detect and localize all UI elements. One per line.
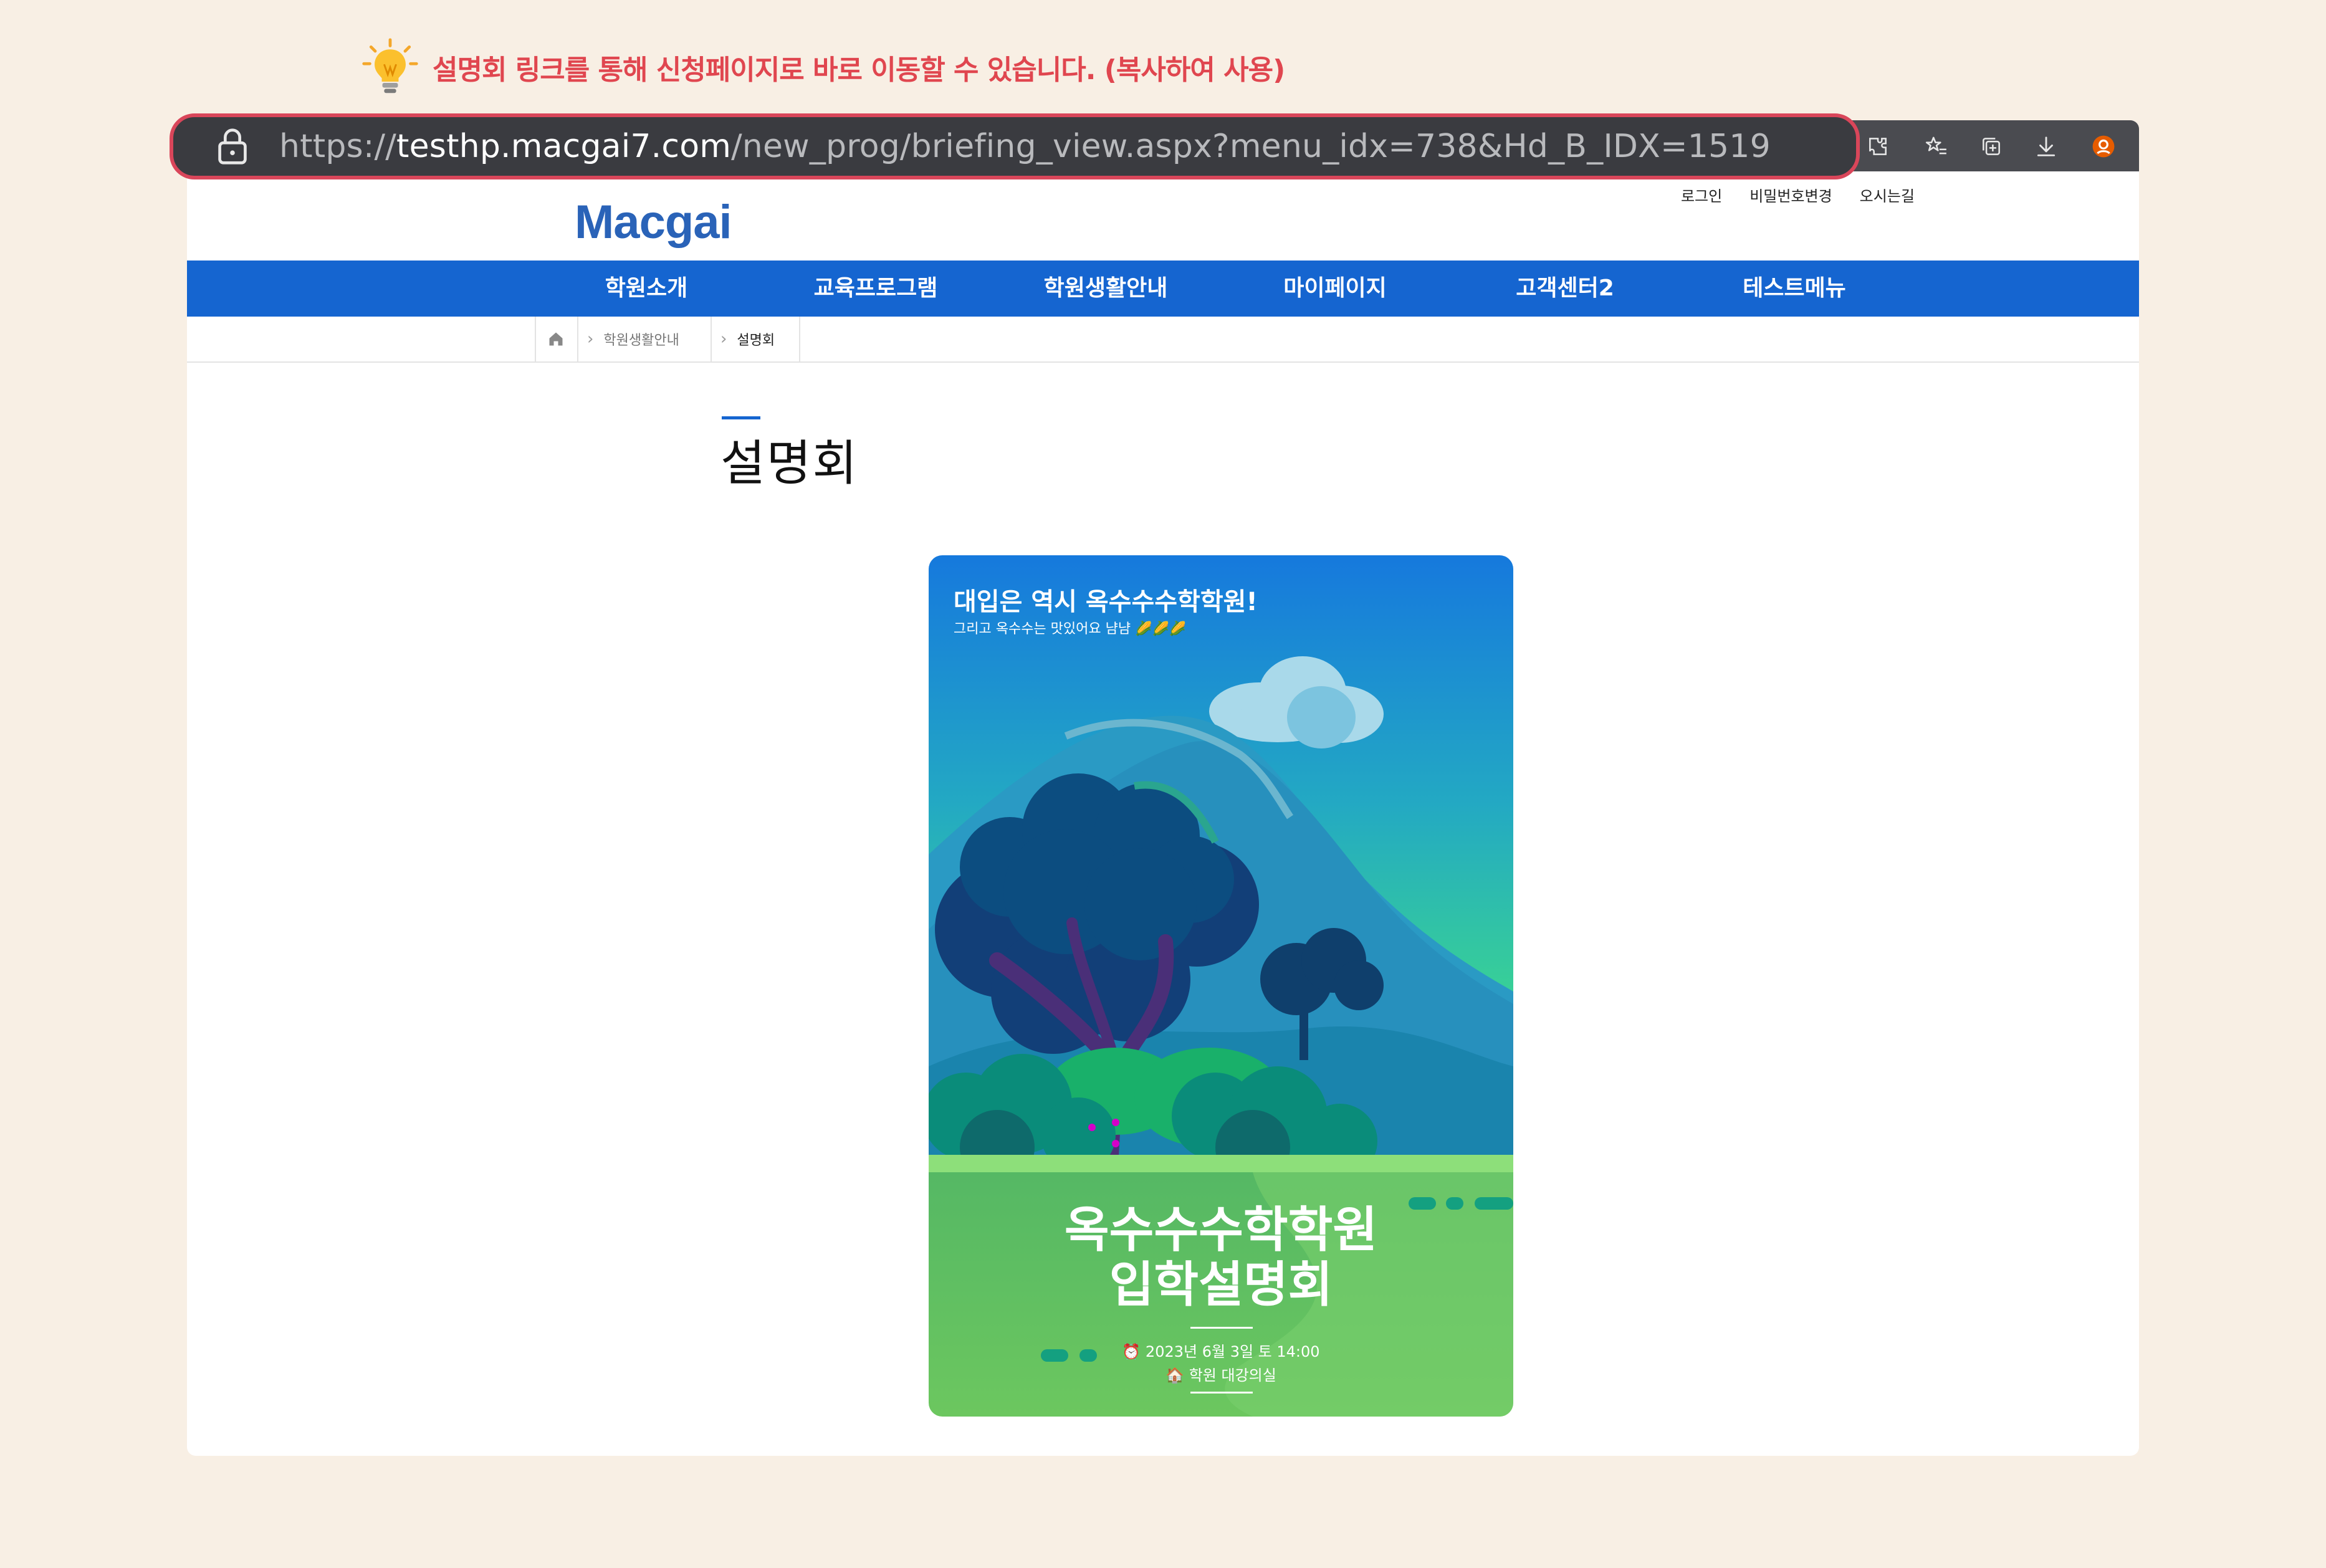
downloads-button[interactable] bbox=[2031, 131, 2062, 162]
profile-button[interactable] bbox=[2088, 131, 2119, 162]
avatar-icon bbox=[2092, 135, 2115, 158]
home-icon bbox=[549, 332, 563, 346]
tip-text: 설명회 링크를 통해 신청페이지로 바로 이동할 수 있습니다. (복사하여 사… bbox=[433, 54, 1285, 86]
puzzle-icon bbox=[1869, 138, 1887, 155]
main-navigation: 학원소개 교육프로그램 학원생활안내 마이페이지 고객센터2 테스트메뉴 bbox=[187, 261, 2139, 317]
url-scheme: https:// bbox=[279, 128, 396, 165]
directions-link[interactable]: 오시는길 bbox=[1860, 184, 1915, 206]
login-link[interactable]: 로그인 bbox=[1681, 184, 1722, 206]
collections-icon bbox=[1983, 138, 2000, 155]
url-domain: testhp.macgai7.com bbox=[396, 128, 732, 165]
briefing-poster[interactable]: 대입은 역시 옥수수수학학원! 그리고 옥수수는 맛있어요 냠냠 🌽🌽🌽 옥수수… bbox=[929, 555, 1513, 1417]
browser-window: Macgai 로그인 비밀번호변경 오시는길 학원소개 교육프로그램 학원생활안… bbox=[187, 120, 2139, 1456]
nav-item-mypage[interactable]: 마이페이지 bbox=[1283, 261, 1387, 317]
nav-item-test-menu[interactable]: 테스트메뉴 bbox=[1743, 261, 1846, 317]
breadcrumb: › 학원생활안내 › 설명회 bbox=[187, 317, 2139, 363]
nav-item-about[interactable]: 학원소개 bbox=[605, 261, 687, 317]
nav-item-programs[interactable]: 교육프로그램 bbox=[814, 261, 938, 317]
url-path: /new_prog/briefing_view.aspx?menu_idx=73… bbox=[731, 128, 1771, 165]
address-bar[interactable]: https://testhp.macgai7.com/new_prog/brie… bbox=[170, 113, 1860, 179]
poster-subline: 그리고 옥수수는 맛있어요 냠냠 🌽🌽🌽 bbox=[954, 621, 1187, 637]
poster-place: 🏠 학원 대강의실 bbox=[1165, 1367, 1276, 1384]
breadcrumb-item-briefing[interactable]: › 설명회 bbox=[720, 317, 775, 361]
collections-button[interactable] bbox=[1976, 131, 2007, 162]
breadcrumb-item-academy-life[interactable]: › 학원생활안내 bbox=[587, 317, 679, 361]
poster-headline: 대입은 역시 옥수수수학학원! bbox=[954, 588, 1258, 616]
chevron-right-icon: › bbox=[720, 330, 727, 348]
chevron-right-icon: › bbox=[587, 330, 594, 348]
top-links: 로그인 비밀번호변경 오시는길 bbox=[1681, 184, 1915, 206]
download-icon bbox=[2037, 136, 2056, 156]
extensions-button[interactable] bbox=[1862, 131, 1893, 162]
favorites-button[interactable] bbox=[1921, 131, 1952, 162]
poster-title-line2: 입학설명회 bbox=[1109, 1257, 1333, 1313]
page-title: 설명회 bbox=[720, 436, 859, 492]
star-list-icon bbox=[1925, 136, 1946, 155]
lightbulb-icon bbox=[362, 38, 418, 93]
tip-banner: 설명회 링크를 통해 신청페이지로 바로 이동할 수 있습니다. (복사하여 사… bbox=[360, 36, 1285, 98]
breadcrumb-label: 설명회 bbox=[737, 333, 775, 348]
nav-item-academy-life[interactable]: 학원생활안내 bbox=[1044, 261, 1168, 317]
change-password-link[interactable]: 비밀번호변경 bbox=[1749, 184, 1832, 206]
poster-date: ⏰ 2023년 6월 3일 토 14:00 bbox=[1122, 1343, 1320, 1360]
lock-icon[interactable] bbox=[211, 125, 254, 168]
nav-item-customer-center[interactable]: 고객센터2 bbox=[1516, 261, 1614, 317]
url-text[interactable]: https://testhp.macgai7.com/new_prog/brie… bbox=[279, 128, 1771, 165]
breadcrumb-home[interactable] bbox=[547, 317, 565, 361]
breadcrumb-label: 학원생활안내 bbox=[603, 333, 679, 348]
title-accent bbox=[722, 416, 760, 419]
site-logo[interactable]: Macgai bbox=[575, 195, 732, 249]
